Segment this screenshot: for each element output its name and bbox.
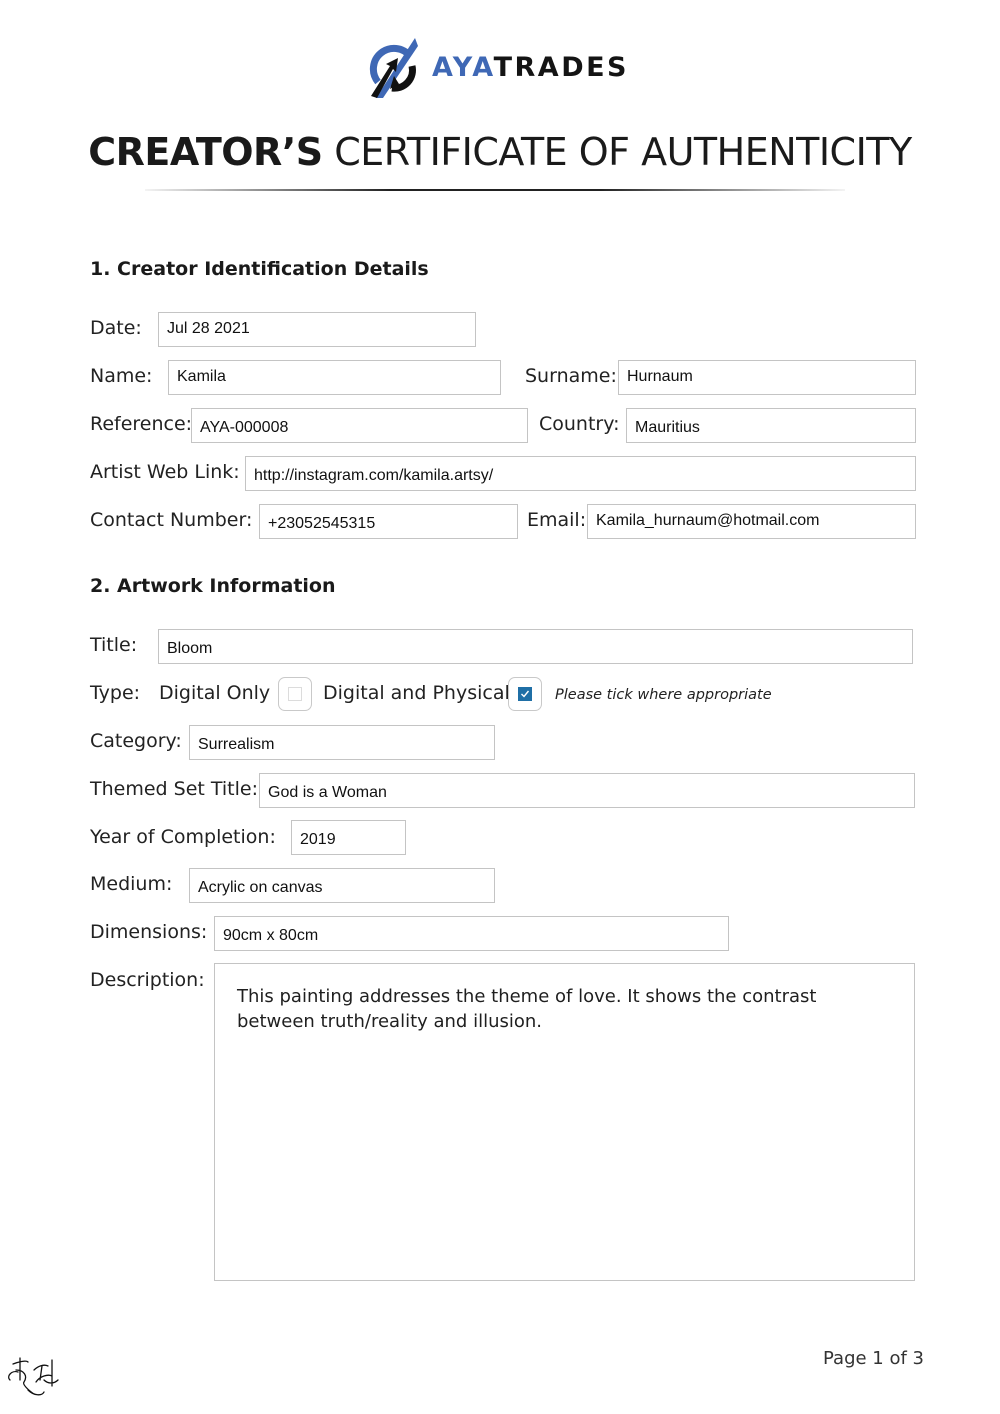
country-value: Mauritius — [635, 419, 700, 436]
contact-number-field[interactable]: +23052545315 — [259, 504, 518, 539]
type-hint: Please tick where appropriate — [555, 687, 772, 703]
surname-label: Surname: — [525, 365, 617, 387]
brand-name: AYATRADES — [432, 52, 629, 84]
country-label: Country: — [539, 413, 620, 435]
section-heading-creator: 1. Creator Identification Details — [90, 258, 429, 280]
category-label: Category: — [90, 730, 182, 752]
date-field[interactable]: Jul 28 2021 — [158, 312, 476, 347]
signature-icon — [8, 1357, 59, 1396]
checkmark-icon — [521, 690, 530, 698]
dimensions-label: Dimensions: — [90, 921, 208, 943]
surname-value: Hurnaum — [627, 368, 693, 385]
digital-and-physical-checkbox[interactable] — [508, 677, 542, 711]
section-heading-artwork: 2. Artwork Information — [90, 575, 336, 597]
description-value: This painting addresses the theme of lov… — [237, 986, 817, 1032]
document-title-bold: CREATOR’S — [88, 130, 323, 174]
signature — [4, 1350, 70, 1402]
year-of-completion-label: Year of Completion: — [90, 826, 276, 848]
dimensions-value: 90cm x 80cm — [223, 927, 319, 944]
dimensions-field[interactable]: 90cm x 80cm — [214, 916, 729, 951]
web-link-label: Artist Web Link: — [90, 461, 240, 483]
ayatrades-logo-icon — [368, 36, 420, 102]
brand-name-trades: TRADES — [493, 52, 629, 83]
themed-set-title-label: Themed Set Title: — [90, 778, 258, 800]
date-label: Date: — [90, 317, 142, 339]
type-label: Type: — [90, 682, 141, 704]
document-title: CREATOR’S CERTIFICATE OF AUTHENTICITY — [0, 128, 1000, 176]
country-field[interactable]: Mauritius — [626, 408, 916, 443]
date-value: Jul 28 2021 — [167, 320, 250, 337]
themed-set-title-value: God is a Woman — [268, 784, 387, 801]
digital-only-checkbox-box — [288, 687, 302, 701]
name-field[interactable]: Kamila — [168, 360, 501, 395]
web-link-value: http://instagram.com/kamila.artsy/ — [254, 467, 494, 484]
contact-number-label: Contact Number: — [90, 509, 253, 531]
page-number: Page 1 of 3 — [823, 1348, 924, 1369]
email-field[interactable]: Kamila_hurnaum@hotmail.com — [587, 504, 916, 539]
medium-value: Acrylic on canvas — [198, 879, 323, 896]
year-of-completion-value: 2019 — [300, 831, 336, 848]
reference-value: AYA-000008 — [200, 419, 289, 436]
surname-field[interactable]: Hurnaum — [618, 360, 916, 395]
year-of-completion-field[interactable]: 2019 — [291, 820, 406, 855]
medium-field[interactable]: Acrylic on canvas — [189, 868, 495, 903]
digital-and-physical-checkbox-box — [518, 687, 532, 701]
digital-only-checkbox[interactable] — [278, 677, 312, 711]
document-title-rest: CERTIFICATE OF AUTHENTICITY — [322, 130, 912, 174]
email-label: Email: — [527, 509, 587, 531]
name-value: Kamila — [177, 368, 226, 385]
category-value: Surrealism — [198, 736, 275, 753]
artwork-title-value: Bloom — [167, 640, 213, 657]
title-divider — [145, 189, 845, 191]
email-value: Kamila_hurnaum@hotmail.com — [596, 512, 820, 529]
title-label: Title: — [90, 634, 138, 656]
description-field[interactable]: This painting addresses the theme of lov… — [214, 963, 915, 1281]
digital-only-label: Digital Only — [159, 682, 271, 704]
reference-field[interactable]: AYA-000008 — [191, 408, 528, 443]
brand-name-aya: AYA — [432, 52, 494, 83]
themed-set-title-field[interactable]: God is a Woman — [259, 773, 915, 808]
contact-number-value: +23052545315 — [268, 515, 376, 532]
medium-label: Medium: — [90, 873, 173, 895]
web-link-field[interactable]: http://instagram.com/kamila.artsy/ — [245, 456, 916, 491]
digital-and-physical-label: Digital and Physical — [323, 682, 510, 704]
description-label: Description: — [90, 969, 205, 991]
artwork-title-field[interactable]: Bloom — [158, 629, 913, 664]
reference-label: Reference: — [90, 413, 193, 435]
category-field[interactable]: Surrealism — [189, 725, 495, 760]
name-label: Name: — [90, 365, 153, 387]
